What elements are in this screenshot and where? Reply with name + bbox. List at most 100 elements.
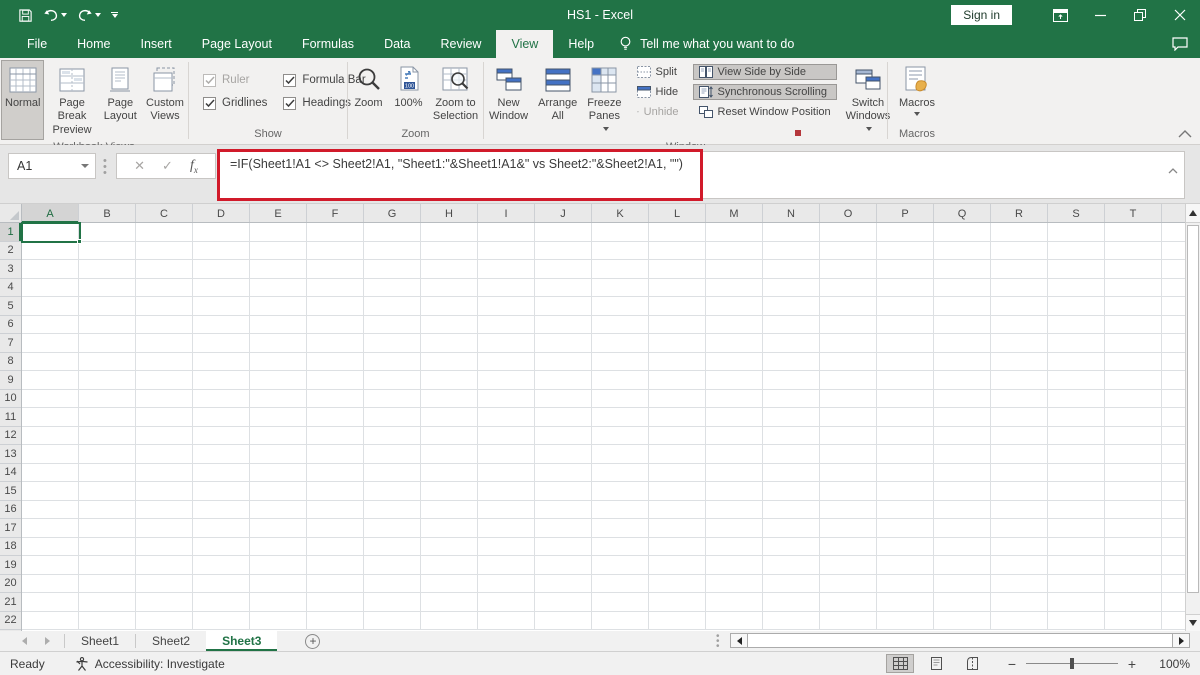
- cell-P14[interactable]: [877, 464, 934, 483]
- cell-Q4[interactable]: [934, 279, 991, 298]
- zoom-slider[interactable]: [1026, 663, 1118, 664]
- cell-K9[interactable]: [592, 371, 649, 390]
- ruler-checkbox[interactable]: Ruler: [203, 74, 267, 87]
- tab-view[interactable]: View: [496, 30, 553, 58]
- cell-D9[interactable]: [193, 371, 250, 390]
- cell-H6[interactable]: [421, 316, 478, 335]
- cell-A5[interactable]: [22, 297, 79, 316]
- cell-I2[interactable]: [478, 242, 535, 261]
- cell-A3[interactable]: [22, 260, 79, 279]
- cell-J17[interactable]: [535, 519, 592, 538]
- cell-T13[interactable]: [1105, 445, 1162, 464]
- cell-C1[interactable]: [136, 223, 193, 242]
- cell-G5[interactable]: [364, 297, 421, 316]
- cell-U3[interactable]: [1162, 260, 1185, 279]
- scroll-up-icon[interactable]: [1186, 204, 1200, 223]
- cell-R5[interactable]: [991, 297, 1048, 316]
- cell-O6[interactable]: [820, 316, 877, 335]
- cell-K5[interactable]: [592, 297, 649, 316]
- cell-C20[interactable]: [136, 575, 193, 594]
- cell-L21[interactable]: [649, 593, 706, 612]
- cell-U20[interactable]: [1162, 575, 1185, 594]
- cell-J22[interactable]: [535, 612, 592, 631]
- cancel-icon[interactable]: ✕: [134, 158, 145, 174]
- cell-M15[interactable]: [706, 482, 763, 501]
- cell-A21[interactable]: [22, 593, 79, 612]
- cell-L16[interactable]: [649, 501, 706, 520]
- cell-U11[interactable]: [1162, 408, 1185, 427]
- cell-T1[interactable]: [1105, 223, 1162, 242]
- cell-Q11[interactable]: [934, 408, 991, 427]
- cell-M19[interactable]: [706, 556, 763, 575]
- scroll-right-icon[interactable]: [1172, 633, 1190, 648]
- page-break-preview-button[interactable]: Page Break Preview: [46, 60, 97, 140]
- insert-function-icon[interactable]: fx: [190, 158, 198, 175]
- cell-P3[interactable]: [877, 260, 934, 279]
- cell-H12[interactable]: [421, 427, 478, 446]
- cell-D14[interactable]: [193, 464, 250, 483]
- cell-A18[interactable]: [22, 538, 79, 557]
- tab-file[interactable]: File: [12, 30, 62, 58]
- cell-O15[interactable]: [820, 482, 877, 501]
- cell-M1[interactable]: [706, 223, 763, 242]
- cell-I4[interactable]: [478, 279, 535, 298]
- cell-G9[interactable]: [364, 371, 421, 390]
- cell-D4[interactable]: [193, 279, 250, 298]
- redo-button[interactable]: [77, 8, 101, 22]
- zoom-level[interactable]: 100%: [1150, 657, 1190, 671]
- cell-M14[interactable]: [706, 464, 763, 483]
- cell-D15[interactable]: [193, 482, 250, 501]
- collapse-ribbon-icon[interactable]: [1178, 129, 1192, 141]
- page-layout-view-button[interactable]: Page Layout: [100, 60, 141, 140]
- cell-A19[interactable]: [22, 556, 79, 575]
- cell-B3[interactable]: [79, 260, 136, 279]
- cell-P21[interactable]: [877, 593, 934, 612]
- cell-S9[interactable]: [1048, 371, 1105, 390]
- column-header-U[interactable]: U: [1162, 204, 1185, 223]
- cell-A22[interactable]: [22, 612, 79, 631]
- cell-J15[interactable]: [535, 482, 592, 501]
- cell-U14[interactable]: [1162, 464, 1185, 483]
- tab-home[interactable]: Home: [62, 30, 125, 58]
- column-header-D[interactable]: D: [193, 204, 250, 223]
- cell-S20[interactable]: [1048, 575, 1105, 594]
- split-button[interactable]: Split: [631, 64, 685, 80]
- cell-L11[interactable]: [649, 408, 706, 427]
- column-header-A[interactable]: A: [22, 204, 79, 223]
- cell-I17[interactable]: [478, 519, 535, 538]
- zoom-out-button[interactable]: −: [1002, 656, 1022, 672]
- cell-T12[interactable]: [1105, 427, 1162, 446]
- page-break-preview-statusbar-button[interactable]: [958, 654, 986, 673]
- cell-Q10[interactable]: [934, 390, 991, 409]
- cell-K12[interactable]: [592, 427, 649, 446]
- cell-O12[interactable]: [820, 427, 877, 446]
- cell-T16[interactable]: [1105, 501, 1162, 520]
- cell-F13[interactable]: [307, 445, 364, 464]
- cell-U1[interactable]: [1162, 223, 1185, 242]
- cell-F19[interactable]: [307, 556, 364, 575]
- cell-L13[interactable]: [649, 445, 706, 464]
- cell-D10[interactable]: [193, 390, 250, 409]
- cell-E2[interactable]: [250, 242, 307, 261]
- cell-B20[interactable]: [79, 575, 136, 594]
- cell-I6[interactable]: [478, 316, 535, 335]
- cell-O7[interactable]: [820, 334, 877, 353]
- cell-R19[interactable]: [991, 556, 1048, 575]
- cell-L22[interactable]: [649, 612, 706, 631]
- cell-E20[interactable]: [250, 575, 307, 594]
- cell-K4[interactable]: [592, 279, 649, 298]
- cell-U18[interactable]: [1162, 538, 1185, 557]
- new-sheet-button[interactable]: +: [305, 631, 320, 651]
- cell-O9[interactable]: [820, 371, 877, 390]
- cell-I18[interactable]: [478, 538, 535, 557]
- horizontal-scrollbar[interactable]: [730, 633, 1190, 648]
- cell-M22[interactable]: [706, 612, 763, 631]
- cell-M12[interactable]: [706, 427, 763, 446]
- cell-H16[interactable]: [421, 501, 478, 520]
- ribbon-display-options-icon[interactable]: [1040, 0, 1080, 30]
- cell-C9[interactable]: [136, 371, 193, 390]
- cell-P13[interactable]: [877, 445, 934, 464]
- cell-Q16[interactable]: [934, 501, 991, 520]
- cell-E6[interactable]: [250, 316, 307, 335]
- normal-view-button[interactable]: Normal: [1, 60, 44, 140]
